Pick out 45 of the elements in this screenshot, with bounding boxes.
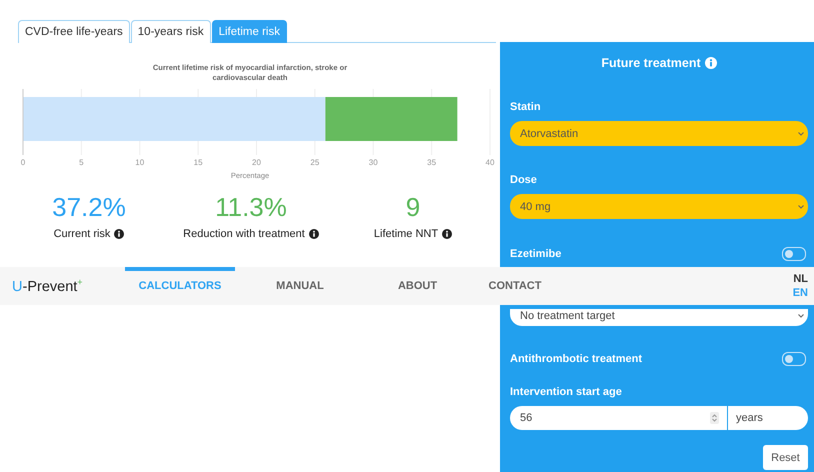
tick-label: 35 — [427, 158, 436, 167]
info-icon[interactable] — [308, 229, 319, 239]
stat-value: 11.3% — [215, 192, 287, 222]
tab[interactable]: CVD-free life-years — [18, 20, 130, 43]
tab[interactable]: Lifetime risk — [212, 20, 287, 43]
logo[interactable]: U-Prevent$^{+}$ — [12, 277, 125, 295]
field-label: Intervention start age — [510, 386, 623, 398]
tick-label: 20 — [252, 158, 261, 167]
dropdown[interactable]: Atorvastatin — [510, 121, 808, 146]
stat-value: 9 — [406, 192, 420, 222]
tab[interactable]: 10-years risk — [130, 20, 211, 43]
field-label: Statin — [510, 101, 542, 113]
stat-label: Reduction with treatment — [183, 228, 305, 240]
stat-label: Lifetime NNT — [374, 228, 438, 240]
stat-label: Current risk — [54, 228, 110, 240]
tick-label: 5 — [79, 158, 84, 167]
panel-title: Future treatment — [601, 56, 701, 70]
tick-label: 0 — [20, 158, 26, 167]
nav-link[interactable]: CONTACT — [470, 267, 560, 305]
field-label: Antithrombotic treatment — [510, 353, 642, 365]
toggle-switch[interactable] — [782, 247, 806, 261]
tick-label: 15 — [194, 158, 203, 167]
info-icon[interactable] — [442, 229, 452, 239]
unit-label: years — [728, 406, 808, 430]
caret-icon — [798, 204, 804, 208]
tick-label: 25 — [310, 158, 320, 167]
dropdown[interactable]: 40 mg — [510, 194, 808, 219]
caret-icon — [798, 132, 804, 136]
tick-label: 40 — [486, 158, 494, 167]
field-label: Ezetimibe — [510, 248, 562, 260]
spinner-icon[interactable] — [710, 412, 719, 424]
stat-value: 37.2% — [52, 192, 126, 222]
tick-label: 10 — [135, 158, 144, 167]
axis-line — [22, 89, 24, 156]
field-label: Dose — [510, 174, 538, 186]
tick-label: 30 — [368, 158, 378, 167]
toggle-switch[interactable] — [782, 352, 806, 366]
number-field[interactable]: 56 — [510, 406, 727, 430]
nav-link[interactable]: ABOUT — [365, 267, 470, 305]
reset-button[interactable]: Reset — [763, 445, 808, 470]
info-icon[interactable] — [114, 229, 124, 239]
nav-link[interactable]: MANUAL — [235, 267, 365, 305]
language-link[interactable]: NL — [793, 272, 808, 286]
dropdown[interactable]: No treatment target — [510, 309, 808, 326]
caret-icon — [798, 314, 804, 318]
